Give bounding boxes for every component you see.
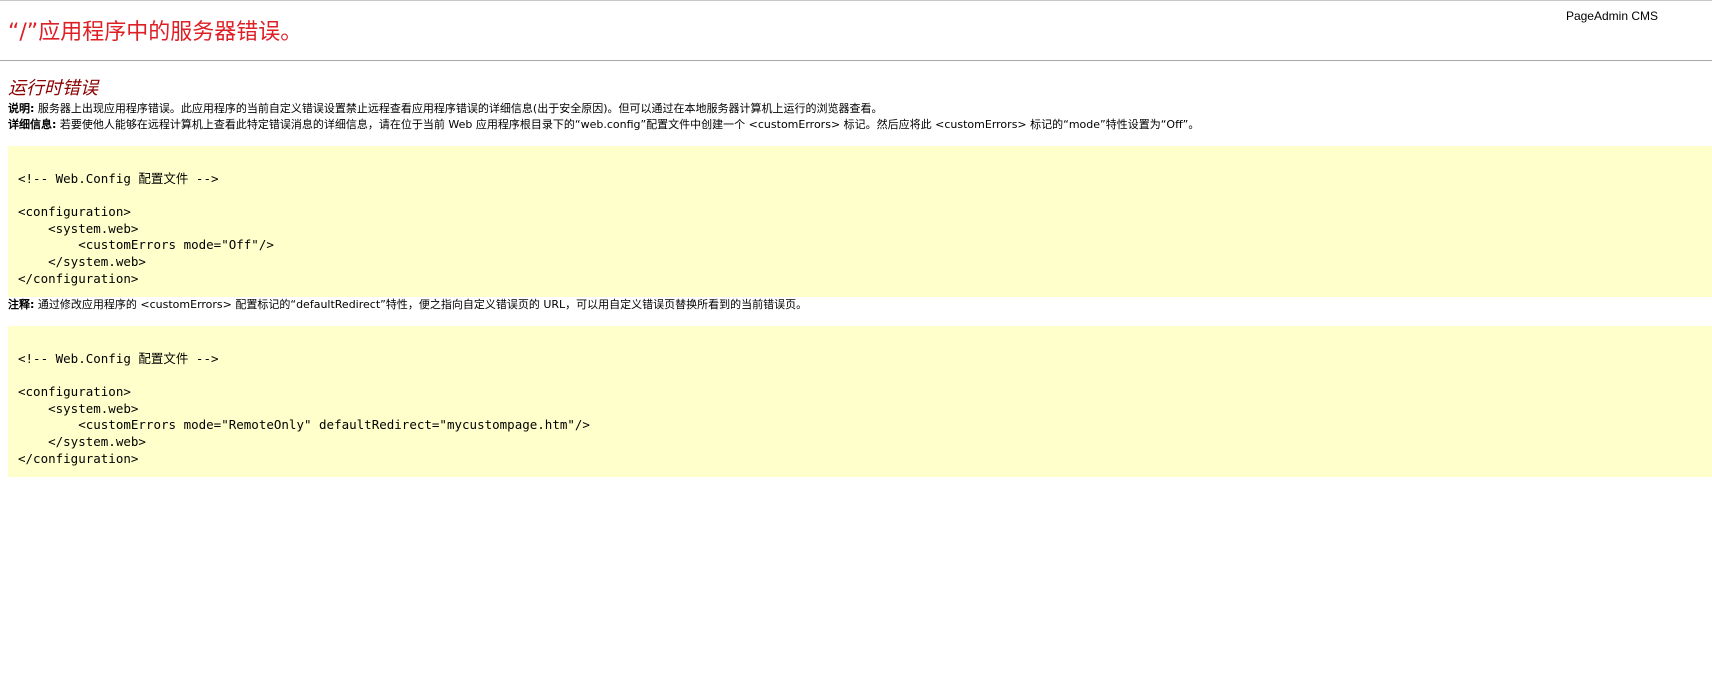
code-line: <!-- Web.Config 配置文件 --> — [18, 171, 219, 186]
code-line: <!-- Web.Config 配置文件 --> — [18, 351, 219, 366]
code-line: </configuration> — [18, 450, 139, 466]
code-block-2: <!-- Web.Config 配置文件 --> <configuration>… — [8, 326, 1712, 477]
description-label: 说明: — [8, 102, 35, 115]
details-paragraph: 详细信息: 若要使他人能够在远程计算机上查看此特定错误消息的详细信息，请在位于当… — [8, 117, 1712, 133]
details-text: 若要使他人能够在远程计算机上查看此特定错误消息的详细信息，请在位于当前 Web … — [56, 118, 1200, 131]
main-content: “/”应用程序中的服务器错误。 运行时错误 说明: 服务器上出现应用程序错误。此… — [0, 1, 1712, 477]
title-divider — [0, 60, 1712, 61]
note-label: 注释: — [8, 298, 35, 311]
note-paragraph: 注释: 通过修改应用程序的 <customErrors> 配置标记的“defau… — [8, 297, 1712, 313]
code-line: </configuration> — [18, 270, 139, 286]
error-page: { "brand": "PageAdmin CMS", "title": "“/… — [0, 0, 1712, 689]
page-title: “/”应用程序中的服务器错误。 — [8, 20, 303, 45]
code-line: <system.web> — [18, 400, 139, 416]
code-line: <system.web> — [18, 220, 139, 236]
description-paragraph: 说明: 服务器上出现应用程序错误。此应用程序的当前自定义错误设置禁止远程查看应用… — [8, 101, 1712, 117]
section-title: 运行时错误 — [8, 78, 98, 99]
code-line: </system.web> — [18, 433, 146, 449]
note-text: 通过修改应用程序的 <customErrors> 配置标记的“defaultRe… — [34, 298, 808, 311]
code-line: <customErrors mode="Off"/> — [18, 237, 274, 253]
code-line: </system.web> — [18, 253, 146, 269]
code-block-1: <!-- Web.Config 配置文件 --> <configuration>… — [8, 146, 1712, 297]
code-line: <configuration> — [18, 384, 131, 400]
description-text: 服务器上出现应用程序错误。此应用程序的当前自定义错误设置禁止远程查看应用程序错误… — [34, 102, 883, 115]
code-line: <configuration> — [18, 204, 131, 220]
code-line: <customErrors mode="RemoteOnly" defaultR… — [18, 417, 590, 433]
details-label: 详细信息: — [8, 118, 57, 131]
